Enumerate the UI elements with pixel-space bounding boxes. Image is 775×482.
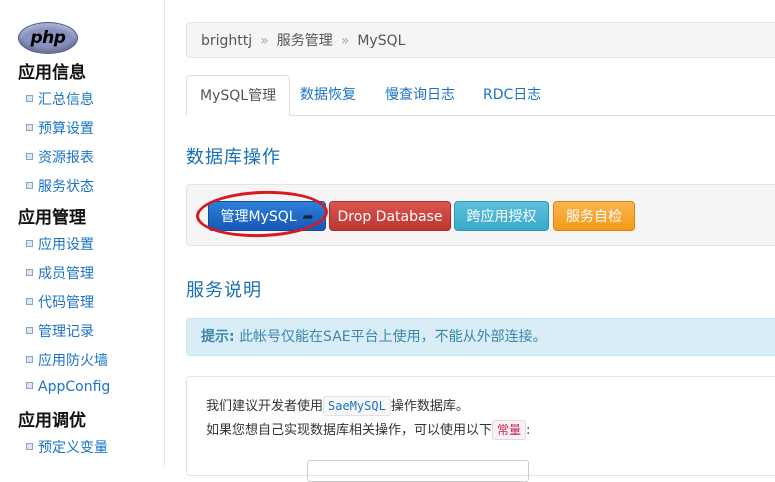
sidebar-item-firewall[interactable]: 应用防火墙 bbox=[26, 350, 108, 370]
bullet-icon bbox=[26, 297, 33, 305]
info-line-1: 我们建议开发者使用 SaeMySQL 操作数据库。 bbox=[206, 395, 469, 416]
bullet-icon bbox=[26, 326, 33, 334]
bullet-icon bbox=[26, 355, 33, 363]
sidebar-item-label: 预定义变量 bbox=[38, 440, 108, 456]
drop-database-button[interactable]: Drop Database bbox=[329, 201, 451, 231]
bullet-icon bbox=[26, 181, 33, 189]
breadcrumb-app[interactable]: brighttj bbox=[201, 33, 252, 49]
section-title-app-info: 应用信息 bbox=[18, 63, 86, 83]
info-text: 操作数据库。 bbox=[390, 399, 469, 414]
sidebar: php 应用信息 汇总信息 预算设置 资源报表 服务状态 应用管理 应用设置 成… bbox=[0, 0, 165, 466]
sidebar-item-label: 代码管理 bbox=[38, 295, 94, 311]
breadcrumb: brighttj » 服务管理 » MySQL bbox=[186, 22, 775, 58]
breadcrumb-mysql: MySQL bbox=[357, 33, 406, 49]
alert-text: 此帐号仅能在SAE平台上使用，不能从外部连接。 bbox=[239, 329, 547, 345]
breadcrumb-separator: » bbox=[340, 33, 350, 49]
sidebar-item-appconfig[interactable]: AppConfig bbox=[26, 379, 110, 395]
section-title-app-manage: 应用管理 bbox=[18, 208, 86, 228]
tab-slow-query-log[interactable]: 慢查询日志 bbox=[372, 75, 468, 115]
bullet-icon bbox=[26, 94, 33, 102]
breadcrumb-service-manage[interactable]: 服务管理 bbox=[277, 33, 333, 49]
info-text: : bbox=[526, 423, 531, 438]
bullet-icon bbox=[26, 381, 33, 389]
sidebar-item-log[interactable]: 管理记录 bbox=[26, 321, 94, 341]
bullet-icon bbox=[26, 442, 33, 450]
sidebar-item-label: AppConfig bbox=[38, 379, 111, 395]
sidebar-item-code[interactable]: 代码管理 bbox=[26, 292, 94, 312]
bullet-icon bbox=[26, 152, 33, 160]
sidebar-item-label: 汇总信息 bbox=[38, 92, 94, 108]
bullet-icon bbox=[26, 239, 33, 247]
sidebar-item-predefined-vars[interactable]: 预定义变量 bbox=[26, 437, 108, 457]
constants-table bbox=[307, 460, 529, 482]
info-text: 如果您想自己实现数据库相关操作，可以使用以下 bbox=[206, 423, 493, 438]
alert-label: 提示: bbox=[201, 329, 235, 345]
info-alert: 提示: 此帐号仅能在SAE平台上使用，不能从外部连接。 bbox=[186, 318, 775, 356]
tab-rdc-log[interactable]: RDC日志 bbox=[470, 75, 554, 115]
bullet-icon bbox=[26, 268, 33, 276]
sidebar-item-label: 服务状态 bbox=[38, 179, 94, 195]
tab-data-recovery[interactable]: 数据恢复 bbox=[287, 75, 369, 115]
php-logo: php bbox=[18, 22, 78, 54]
info-line-2: 如果您想自己实现数据库相关操作，可以使用以下 常量: bbox=[206, 419, 530, 440]
sidebar-item-members[interactable]: 成员管理 bbox=[26, 263, 94, 283]
sidebar-item-app-settings[interactable]: 应用设置 bbox=[26, 234, 94, 254]
tab-bar: MySQL管理 数据恢复 慢查询日志 RDC日志 bbox=[186, 75, 775, 116]
sidebar-item-summary[interactable]: 汇总信息 bbox=[26, 89, 94, 109]
cross-app-auth-button[interactable]: 跨应用授权 bbox=[454, 201, 549, 231]
sidebar-item-label: 预算设置 bbox=[38, 121, 94, 137]
constant-code: 常量 bbox=[492, 420, 527, 440]
saemysql-code: SaeMySQL bbox=[323, 396, 391, 416]
sidebar-item-label: 管理记录 bbox=[38, 324, 94, 340]
section-title-app-tuning: 应用调优 bbox=[18, 411, 86, 431]
bullet-icon bbox=[26, 123, 33, 131]
sidebar-item-resource-report[interactable]: 资源报表 bbox=[26, 147, 94, 167]
db-ops-heading: 数据库操作 bbox=[186, 147, 281, 168]
sidebar-item-label: 应用防火墙 bbox=[38, 353, 108, 369]
info-text: 我们建议开发者使用 bbox=[206, 399, 324, 414]
service-desc-heading: 服务说明 bbox=[186, 280, 262, 301]
sidebar-item-label: 成员管理 bbox=[38, 266, 94, 282]
sidebar-item-label: 资源报表 bbox=[38, 150, 94, 166]
sidebar-item-label: 应用设置 bbox=[38, 237, 94, 253]
service-self-check-button[interactable]: 服务自检 bbox=[553, 201, 635, 231]
sidebar-item-budget[interactable]: 预算设置 bbox=[26, 118, 94, 138]
sidebar-item-service-status[interactable]: 服务状态 bbox=[26, 176, 94, 196]
tab-mysql-manage[interactable]: MySQL管理 bbox=[186, 75, 291, 116]
breadcrumb-separator: » bbox=[260, 33, 269, 49]
